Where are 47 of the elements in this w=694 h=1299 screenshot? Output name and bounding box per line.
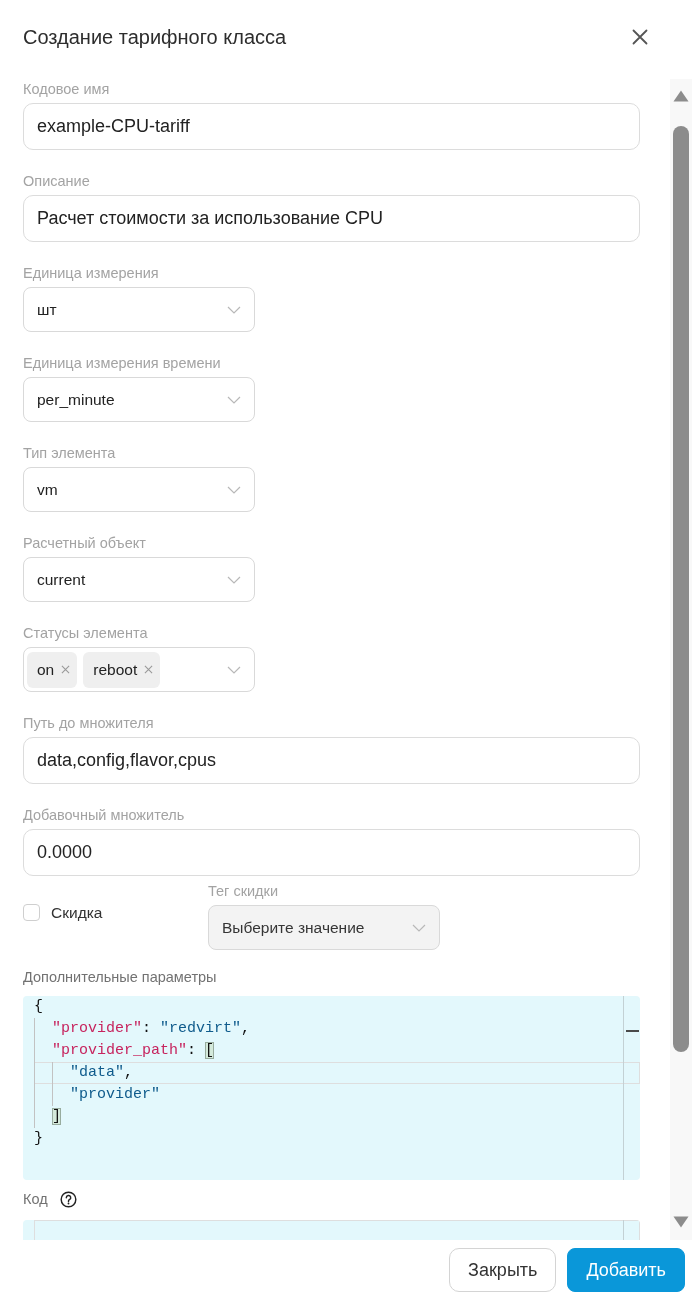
field-label: Тип элемента (23, 444, 116, 463)
scroll-down-icon[interactable] (673, 1216, 689, 1228)
dialog-title: Создание тарифного класса (23, 25, 287, 49)
checkbox-label[interactable]: Скидка (51, 904, 103, 921)
cancel-button[interactable]: Закрыть (449, 1248, 557, 1292)
field-label: Статусы элемента (23, 624, 148, 643)
code-line: "provider" (34, 1084, 640, 1106)
text-input[interactable]: Расчет стоимости за использование CPU (23, 195, 640, 242)
status-tag[interactable]: on (27, 651, 78, 688)
chevron-down-icon[interactable] (227, 305, 241, 314)
text-input[interactable]: example-CPU-tariff (23, 103, 640, 150)
dropdown[interactable]: vm (23, 467, 255, 512)
help-icon[interactable] (59, 1190, 77, 1208)
status-tag[interactable]: reboot (83, 651, 161, 688)
code-line: "provider_path": [ (34, 1040, 640, 1062)
field-label: Кодовое имя (23, 80, 110, 99)
multi-select[interactable]: on reboot (23, 647, 255, 692)
ruler-mark-icon (626, 1030, 639, 1032)
chevron-down-icon[interactable] (227, 575, 241, 584)
field-label: Единица измерения (23, 264, 159, 283)
scrollbar-thumb[interactable] (673, 126, 689, 1052)
text-input[interactable]: data,config,flavor,cpus (23, 737, 640, 784)
code-line: "data", (34, 1062, 640, 1084)
chevron-down-icon[interactable] (227, 665, 241, 674)
scrollbar-track[interactable] (670, 79, 692, 1240)
dropdown[interactable]: current (23, 557, 255, 602)
text-input[interactable]: 0.0000 (23, 829, 640, 876)
code-line: } (34, 1129, 44, 1149)
dropdown[interactable]: шт (23, 287, 255, 332)
close-icon[interactable] (632, 29, 648, 45)
field-label: Путь до множителя (23, 714, 154, 733)
field-label: Единица измерения времени (23, 354, 221, 373)
field-label: Добавочный множитель (23, 806, 185, 825)
code-line: ] (34, 1106, 640, 1128)
chevron-down-icon[interactable] (227, 395, 241, 404)
field-label: Расчетный объект (23, 534, 146, 553)
scroll-up-icon[interactable] (673, 90, 689, 102)
code-line: "provider": "redvirt", (34, 1018, 640, 1040)
field-label: Код (23, 1190, 48, 1209)
field-label: Описание (23, 172, 90, 191)
field-label: Тег скидки (208, 882, 279, 901)
code-line: { (34, 997, 44, 1017)
checkbox[interactable] (23, 904, 40, 921)
field-label: Дополнительные параметры (23, 968, 217, 987)
dropdown[interactable]: per_minute (23, 377, 255, 422)
code-editor[interactable]: { "provider": "redvirt", "provider_path": [ "data", "provider" ] } (23, 996, 640, 1180)
chevron-down-icon[interactable] (227, 485, 241, 494)
